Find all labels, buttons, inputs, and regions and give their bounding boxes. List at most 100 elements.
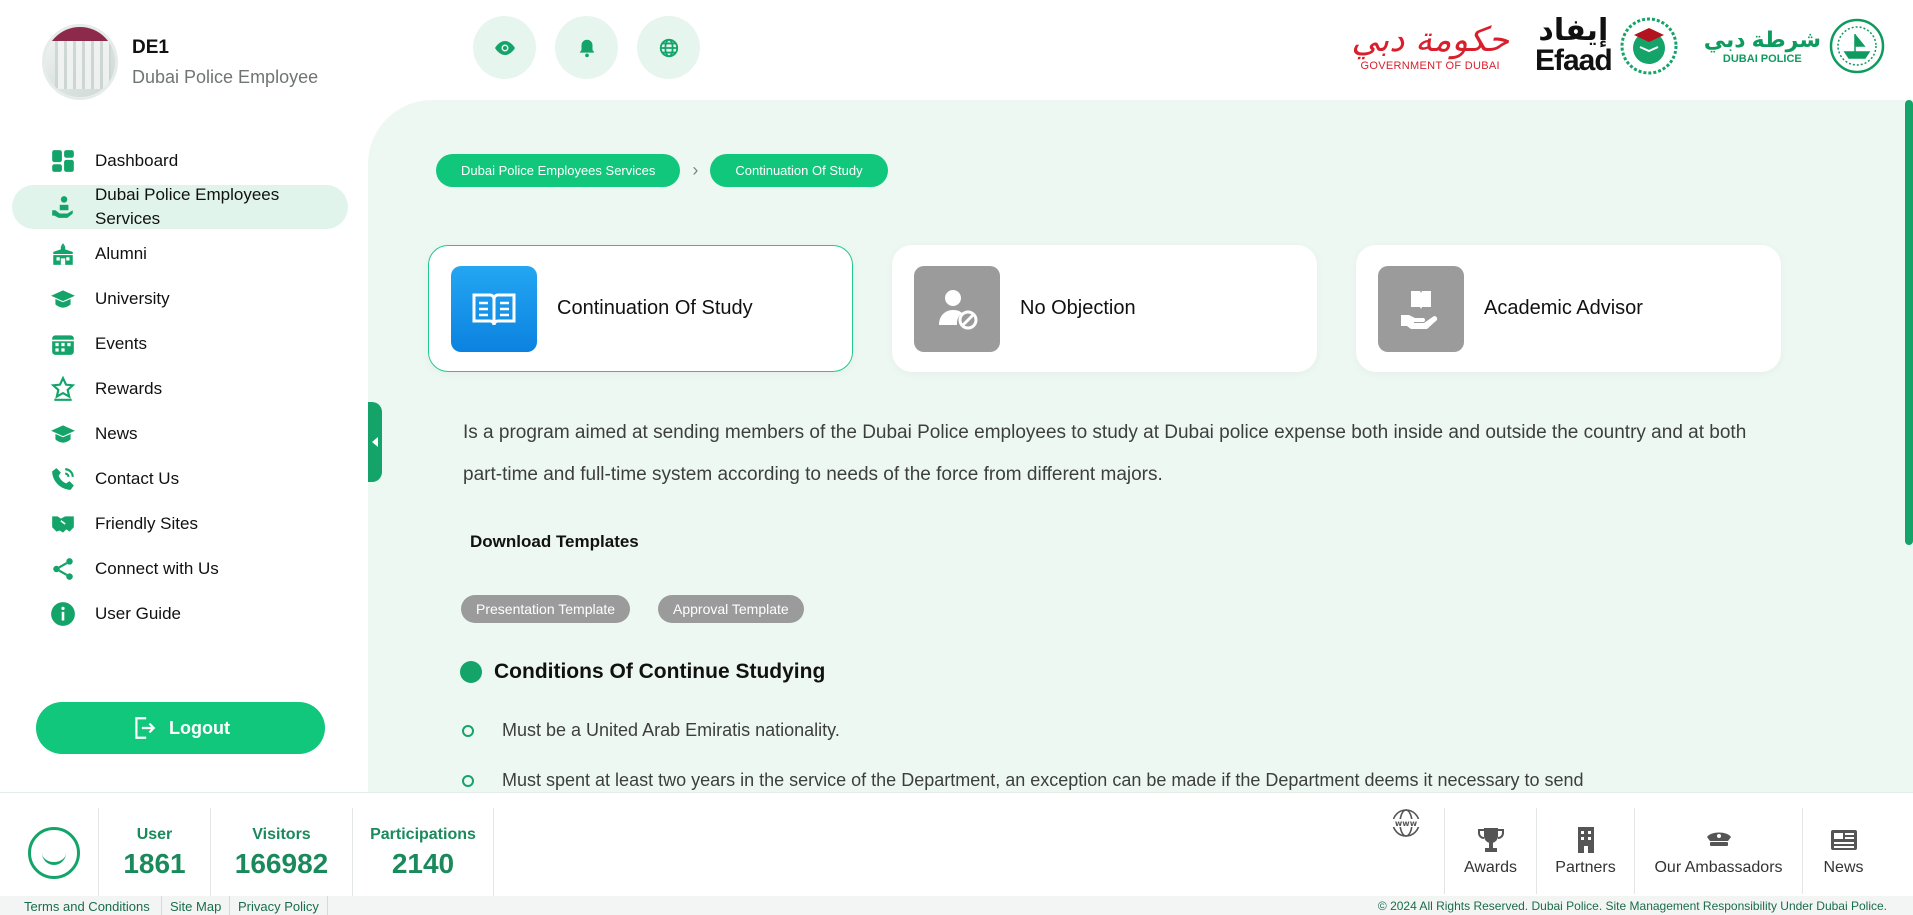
- privacy-link[interactable]: Privacy Policy: [238, 899, 319, 914]
- efaad-logo: إيفاد Efaad: [1535, 16, 1678, 76]
- condition-item: Must spent at least two years in the ser…: [460, 770, 1584, 791]
- alumni-icon: [49, 240, 77, 268]
- sidebar-item-alumni[interactable]: Alumni: [12, 231, 348, 276]
- footer-divider: [0, 792, 1913, 793]
- service-card-academic-advisor[interactable]: Academic Advisor: [1356, 245, 1781, 372]
- user-block-icon: [914, 265, 1000, 352]
- calendar-icon: [49, 330, 77, 358]
- sidebar-item-label: Rewards: [95, 378, 163, 398]
- sidebar-item-user-guide[interactable]: User Guide: [12, 591, 348, 636]
- eye-button[interactable]: [473, 16, 536, 79]
- trophy-icon: [1477, 828, 1504, 852]
- language-button[interactable]: [637, 16, 700, 79]
- avatar[interactable]: [42, 24, 118, 100]
- www-icon: www: [1392, 809, 1420, 837]
- sidebar-item-rewards[interactable]: Rewards: [12, 366, 348, 411]
- condition-text: Must be a United Arab Emiratis nationali…: [502, 720, 840, 740]
- footer-partners-link[interactable]: Partners: [1536, 808, 1634, 894]
- sidebar-item-label: Connect with Us: [95, 558, 219, 578]
- stat-users: User 1861: [98, 808, 210, 898]
- presentation-template-button[interactable]: Presentation Template: [461, 595, 631, 623]
- dashboard-icon: [49, 147, 77, 175]
- condition-text: Must spent at least two years in the ser…: [502, 770, 1584, 790]
- card-title: Continuation Of Study: [557, 297, 753, 319]
- sitemap-link[interactable]: Site Map: [170, 899, 221, 914]
- sidebar-item-label: News: [95, 423, 138, 443]
- sidebar-item-label: Dashboard: [95, 150, 179, 170]
- svg-text:www: www: [1395, 819, 1418, 828]
- building-icon: [1577, 827, 1594, 853]
- bullet-ring-icon: [462, 724, 474, 737]
- legal-bar: Terms and Conditions Site Map Privacy Po…: [0, 896, 1913, 915]
- eye-icon: [494, 40, 515, 55]
- copyright-text: © 2024 All Rights Reserved. Dubai Police…: [1377, 899, 1887, 913]
- logout-button[interactable]: Logout: [36, 702, 325, 754]
- footer-awards-link[interactable]: Awards: [1444, 808, 1536, 894]
- info-icon: [49, 600, 77, 628]
- logout-icon: [135, 717, 156, 739]
- footer-ambassadors-link[interactable]: Our Ambassadors: [1634, 808, 1802, 894]
- handshake-icon: [49, 510, 77, 538]
- sidebar-collapse-toggle[interactable]: [368, 402, 382, 482]
- sidebar-item-label: Contact Us: [95, 468, 180, 488]
- stat-visitors: Visitors 166982: [210, 808, 352, 898]
- rewards-icon: [49, 375, 77, 403]
- book-icon: [451, 265, 537, 352]
- approval-template-button[interactable]: Approval Template: [658, 595, 804, 623]
- user-profile: DE1 Dubai Police Employee: [42, 24, 318, 100]
- government-of-dubai-logo: حكومة دبي GOVERNMENT OF DUBAI: [1351, 20, 1509, 72]
- user-role: Dubai Police Employee: [132, 66, 319, 87]
- stat-participations: Participations 2140: [352, 808, 494, 898]
- program-description: Is a program aimed at sending members of…: [463, 422, 1747, 485]
- conditions-title: Conditions Of Continue Studying: [494, 660, 826, 683]
- service-card-continuation-of-study[interactable]: Continuation Of Study: [428, 245, 853, 372]
- footer: User 1861 Visitors 166982 Participations…: [0, 792, 1913, 915]
- chevron-left-icon: [372, 437, 378, 447]
- sidebar-item-label: Dubai Police Employees Services: [95, 185, 280, 228]
- footer-www-link[interactable]: www: [1368, 808, 1444, 894]
- notifications-button[interactable]: [555, 16, 618, 79]
- dubai-police-emblem-icon: [1829, 18, 1885, 74]
- sidebar-item-label: Friendly Sites: [95, 513, 198, 533]
- footer-news-link[interactable]: News: [1802, 808, 1884, 894]
- divider: [161, 896, 162, 915]
- sidebar-item-contact-us[interactable]: Contact Us: [12, 456, 348, 501]
- sidebar-item-friendly-sites[interactable]: Friendly Sites: [12, 501, 348, 546]
- sidebar-item-label: User Guide: [95, 603, 181, 623]
- graduation-cap-icon: [49, 285, 77, 313]
- sidebar-nav: Dashboard Dubai Police Employees Service…: [12, 138, 348, 636]
- hand-book-icon: [1378, 265, 1464, 352]
- sidebar-item-events[interactable]: Events: [12, 321, 348, 366]
- bullet-ring-icon: [462, 774, 474, 787]
- terms-link[interactable]: Terms and Conditions: [24, 899, 150, 914]
- dubai-police-logo: شرطة دبي DUBAI POLICE: [1704, 18, 1885, 74]
- newspaper-icon: [1830, 830, 1857, 850]
- partner-logos: حكومة دبي GOVERNMENT OF DUBAI إيفاد Efaa…: [1351, 16, 1885, 76]
- card-title: No Objection: [1020, 297, 1136, 319]
- bullet-dot-icon: [460, 661, 482, 683]
- sidebar-item-label: University: [95, 288, 170, 308]
- sidebar-item-news[interactable]: News: [12, 411, 348, 456]
- employee-services-icon: [49, 193, 77, 221]
- smiley-feedback-icon[interactable]: [28, 827, 80, 879]
- divider: [327, 896, 328, 915]
- main-scrollbar[interactable]: [1905, 100, 1913, 545]
- card-title: Academic Advisor: [1484, 297, 1643, 319]
- phone-icon: [49, 465, 77, 493]
- breadcrumb-continuation-of-study[interactable]: Continuation Of Study: [710, 154, 888, 187]
- logout-label: Logout: [169, 717, 230, 738]
- download-templates-title: Download Templates: [470, 532, 639, 551]
- police-cap-icon: [1706, 832, 1731, 846]
- breadcrumb-employees-services[interactable]: Dubai Police Employees Services: [436, 154, 681, 187]
- condition-item: Must be a United Arab Emiratis nationali…: [460, 720, 840, 741]
- sidebar-item-employees-services[interactable]: Dubai Police Employees Services: [12, 185, 348, 229]
- service-card-no-objection[interactable]: No Objection: [892, 245, 1317, 372]
- sidebar-item-connect-with-us[interactable]: Connect with Us: [12, 546, 348, 591]
- bell-icon: [579, 39, 594, 57]
- sidebar-item-university[interactable]: University: [12, 276, 348, 321]
- main-content-panel: Dubai Police Employees Services › Contin…: [368, 100, 1913, 792]
- sidebar-item-label: Events: [95, 333, 147, 353]
- news-cap-icon: [49, 420, 77, 448]
- conditions-heading: Conditions Of Continue Studying: [460, 660, 825, 684]
- sidebar-item-dashboard[interactable]: Dashboard: [12, 138, 348, 183]
